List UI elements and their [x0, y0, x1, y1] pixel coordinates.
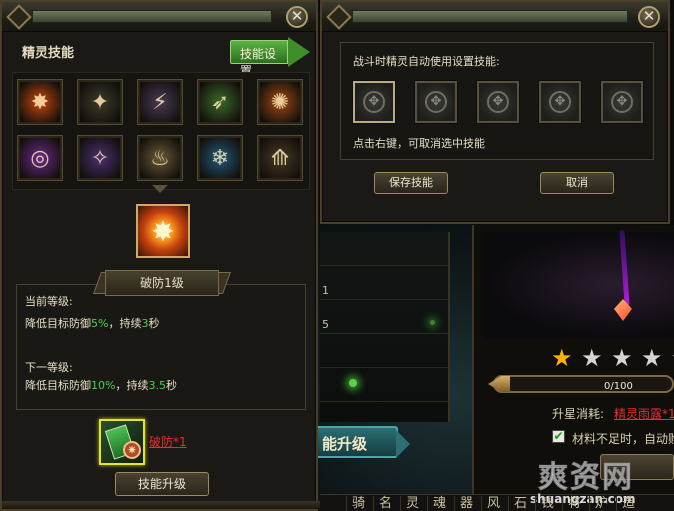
bottom-tab[interactable]: 钱: [535, 496, 559, 511]
green-slash-icon: ➶: [210, 89, 230, 115]
bottom-tab[interactable]: 灵: [400, 496, 424, 511]
flame-aura-icon: ✺: [270, 89, 290, 115]
skill-slot[interactable]: ➶: [198, 80, 242, 124]
lightning-strike-icon: ⚡: [152, 89, 168, 115]
auto-skill-slot[interactable]: ✥: [415, 81, 457, 123]
bottom-tab[interactable]: 骑: [346, 496, 370, 511]
glow-particle: [430, 320, 435, 325]
required-item-link[interactable]: 破防*1: [149, 433, 187, 450]
arcane-blast-icon: ✧: [90, 145, 110, 171]
title-bar: ✕: [322, 2, 668, 32]
skill-name-level: 破防1级: [105, 270, 219, 296]
upgrade-arrow-icon: [396, 430, 410, 458]
list-item: [320, 368, 448, 402]
glow-particle: [349, 379, 357, 387]
list-item: [320, 334, 448, 368]
next-level-label: 下一等级:: [25, 361, 73, 374]
next-duration: 3.5: [148, 379, 166, 392]
star-empty-icon: ★: [641, 344, 663, 372]
save-skills-button[interactable]: 保存技能: [374, 172, 448, 194]
skill-upgrade-button[interactable]: 技能升级: [115, 472, 209, 496]
bottom-tab[interactable]: 石: [508, 496, 532, 511]
skill-slot[interactable]: ✸: [18, 80, 62, 124]
whirlwind-icon: ♨: [150, 145, 170, 171]
bottom-tab[interactable]: 名: [373, 496, 397, 511]
star-progress-bar: [493, 375, 674, 393]
settings-box: 战斗时精灵自动使用设置技能: ✥ ✥ ✥ ✥ ✥ 点击右键，可取消选中技能: [340, 42, 654, 160]
next-value: 10%: [91, 379, 116, 392]
current-level-effect: 降低目标防御5%，持续3秒: [25, 317, 160, 330]
star-empty-icon: ★: [581, 344, 603, 372]
skill-slot[interactable]: ◎: [18, 136, 62, 180]
earth-spike-icon: ⟰: [270, 145, 290, 171]
panel-title: 精灵技能: [22, 46, 75, 61]
current-level-label: 当前等级:: [25, 295, 73, 308]
empty-slot-icon: ✥: [363, 91, 385, 113]
empty-slot-icon: ✥: [425, 91, 447, 113]
list-item: [320, 232, 448, 266]
bottom-tab[interactable]: 器: [454, 496, 478, 511]
background-list: 1 5: [320, 232, 450, 422]
list-item: 1: [320, 266, 448, 300]
settings-hint: 点击右键，可取消选中技能: [353, 137, 485, 150]
purple-vortex-icon: ◎: [30, 145, 50, 171]
skill-info-box: 当前等级: 降低目标防御5%，持续3秒 下一等级: 降低目标防御10%，持续3.…: [16, 284, 306, 410]
title-strip: [32, 10, 272, 23]
skill-slot[interactable]: ❄: [198, 136, 242, 180]
skill-slot[interactable]: ♨: [138, 136, 182, 180]
close-button[interactable]: ✕: [286, 6, 308, 28]
close-button[interactable]: ✕: [638, 6, 660, 28]
auto-skill-slot[interactable]: ✥: [601, 81, 643, 123]
bottom-tab[interactable]: 魂: [427, 496, 451, 511]
auto-buy-checkbox[interactable]: ✔: [552, 430, 565, 443]
empty-slot-icon: ✥: [549, 91, 571, 113]
star-cost-label: 升星消耗:: [552, 407, 605, 421]
bottom-tab[interactable]: 将: [562, 496, 586, 511]
bottom-tab[interactable]: 炉: [589, 496, 613, 511]
cancel-button[interactable]: 取消: [540, 172, 614, 194]
auto-skill-slot[interactable]: ✥: [477, 81, 519, 123]
triangle-down-icon: [152, 185, 168, 193]
selected-skill-icon: ✸: [136, 204, 190, 258]
auto-buy-label: 材料不足时，自动购: [572, 432, 674, 446]
settings-header: 战斗时精灵自动使用设置技能:: [353, 55, 500, 68]
fire-burst-icon: ✸: [151, 214, 175, 248]
background-upgrade-button[interactable]: 能升级: [312, 426, 398, 458]
ice-wave-icon: ❄: [210, 145, 230, 171]
star-cost-item-link[interactable]: 精灵雨露*1: [614, 405, 674, 422]
title-bar: ✕: [2, 2, 316, 32]
next-level-effect: 降低目标防御10%，持续3.5秒: [25, 379, 177, 392]
bottom-tab[interactable]: 风: [481, 496, 505, 511]
auto-skill-slot[interactable]: ✥: [353, 81, 395, 123]
skill-book-slot[interactable]: ✷: [99, 419, 145, 465]
skill-slot[interactable]: ✺: [258, 80, 302, 124]
star-empty-icon: ★: [611, 344, 633, 372]
title-strip: [352, 10, 628, 23]
spirit-skill-panel: ✕ 精灵技能 技能设置 ✸ 当前等级: 降低目标防御5%，持续3秒 下一等级: …: [0, 0, 320, 511]
bottom-tab[interactable]: 造: [616, 496, 640, 511]
star-filled-icon: ★: [551, 344, 573, 372]
list-item: 5: [320, 300, 448, 334]
watermark-logo: 爽资网: [538, 460, 634, 496]
beast-claw-icon: ✦: [90, 89, 110, 115]
auto-skill-settings-panel: ✕ 战斗时精灵自动使用设置技能: ✥ ✥ ✥ ✥ ✥ 点击右键，可取消选中技能 保存技能…: [320, 0, 670, 224]
empty-slot-icon: ✥: [487, 91, 509, 113]
corner-ornament-icon: [6, 4, 32, 30]
skill-setting-button[interactable]: 技能设置: [230, 40, 288, 78]
empty-slot-icon: ✥: [611, 91, 633, 113]
gear-badge-icon: ✷: [123, 441, 141, 459]
skill-slot[interactable]: ✧: [78, 136, 122, 180]
skill-slot[interactable]: ⚡: [138, 80, 182, 124]
arrow-right-icon: [288, 37, 310, 67]
skill-slot[interactable]: ⟰: [258, 136, 302, 180]
spirit-portrait: [484, 232, 674, 338]
corner-ornament-icon: [326, 4, 352, 30]
bottom-ornament: [2, 501, 320, 509]
skill-slot[interactable]: ✦: [78, 80, 122, 124]
fire-burst-icon: ✸: [30, 89, 50, 115]
auto-skill-slot[interactable]: ✥: [539, 81, 581, 123]
progress-text: 0/100: [604, 381, 633, 392]
current-value: 5%: [91, 317, 109, 330]
